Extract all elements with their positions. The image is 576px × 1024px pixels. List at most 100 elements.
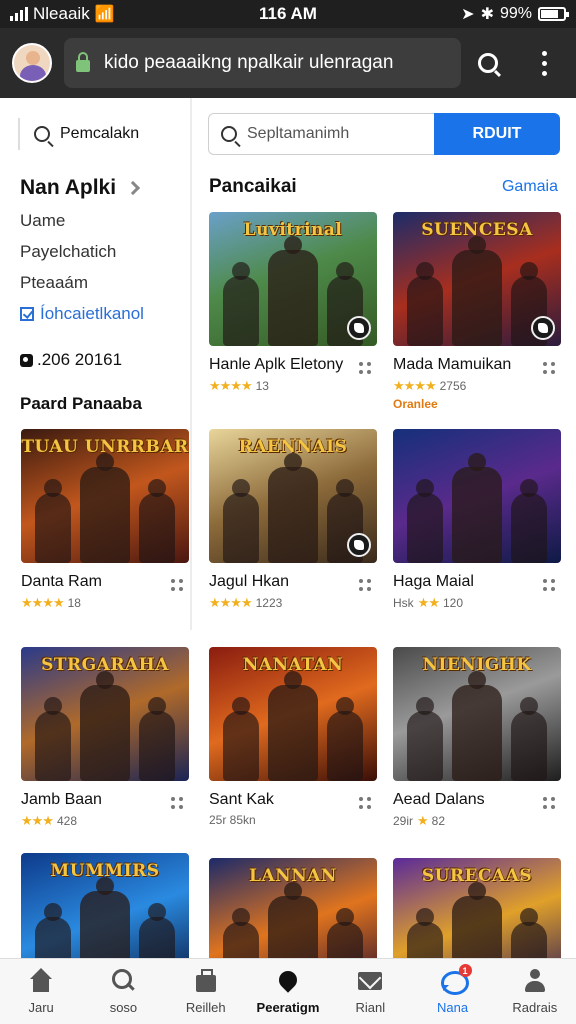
mail-icon [357, 968, 383, 994]
nav-item-search[interactable]: soso [82, 959, 164, 1024]
platform-badge-icon [531, 316, 555, 340]
sidebar-search[interactable]: Pemcalakn [18, 118, 190, 150]
nav-item-drop[interactable]: Peeratigm [247, 959, 329, 1024]
wifi-icon: 📶 [94, 6, 115, 23]
more-options-icon[interactable] [359, 579, 371, 591]
nav-item-store[interactable]: Reilleh [165, 959, 247, 1024]
app-card[interactable]: Haga Maial Hsk ★★ 120 [393, 429, 561, 611]
sidebar-item[interactable]: Pteaaám [20, 273, 88, 293]
app-title: Haga Maial [393, 573, 474, 590]
sidebar-title-text: Nan Aplki [20, 176, 117, 199]
see-all-link[interactable]: Gamaia [502, 178, 558, 196]
app-rating: ★★★★ 18 [21, 595, 189, 611]
character-figure [452, 453, 502, 563]
search-bar: Sepltamanimh RDUIT [208, 113, 560, 155]
rating-prefix: Hsk [393, 596, 414, 610]
address-bar[interactable]: kido peaaaikng npalkair ulenragan [64, 38, 462, 88]
character-figure [511, 479, 547, 563]
app-thumbnail[interactable]: SUENCESA [393, 212, 561, 346]
character-figure [268, 236, 318, 346]
nav-item-chat[interactable]: 1 Nana [411, 959, 493, 1024]
star-icon: ★★★★ [209, 595, 253, 610]
sidebar-stat-text: .206 20161 [37, 350, 123, 369]
character-figure [80, 671, 130, 781]
character-figure [139, 697, 175, 781]
character-figure [80, 453, 130, 563]
app-thumbnail[interactable] [393, 429, 561, 563]
app-title: Mada Mamuikan [393, 356, 512, 373]
sidebar-checked-item[interactable]: Íohcaietlkanol [20, 304, 144, 324]
star-icon: ★★ [417, 595, 440, 610]
carrier-name: Nleaaik [33, 4, 90, 23]
app-card[interactable]: STRGARAHA Jamb Baan ★★★ 428 [21, 647, 189, 829]
signal-icon [10, 7, 28, 21]
search-submit-button[interactable]: RDUIT [434, 113, 560, 155]
sidebar-search-label: Pemcalakn [60, 125, 140, 142]
app-title: Hanle Aplk Eletony [209, 356, 344, 373]
character-figure [511, 697, 547, 781]
rating-count: 120 [442, 596, 464, 610]
clock: 116 AM [259, 4, 317, 23]
search-input[interactable]: Sepltamanimh [208, 113, 434, 155]
home-icon [28, 968, 54, 994]
nav-item-home[interactable]: Jaru [0, 959, 82, 1024]
star-icon: ★★★★ [393, 378, 437, 393]
rating-prefix: 29ir [393, 814, 414, 828]
more-options-icon[interactable] [171, 797, 183, 809]
rating-count: 428 [56, 814, 77, 828]
app-rating: ★★★★ 13 [209, 378, 377, 394]
app-card[interactable]: SUENCESA Mada Mamuikan ★★★★ 2756 Oranlee [393, 212, 561, 411]
app-thumbnail[interactable]: TUAU UNRRBAR [21, 429, 189, 563]
nav-item-profile[interactable]: Radrais [494, 959, 576, 1024]
bluetooth-icon: ✱ [480, 6, 494, 23]
checkbox-label: Íohcaietlkanol [40, 304, 144, 323]
section-title: Pancaikai [209, 176, 297, 197]
more-options-icon[interactable] [543, 797, 555, 809]
app-card[interactable]: Luvitrinal Hanle Aplk Eletony ★★★★ 13 [209, 212, 377, 394]
more-options-icon[interactable] [171, 579, 183, 591]
character-figure [452, 236, 502, 346]
app-thumbnail[interactable]: STRGARAHA [21, 647, 189, 781]
star-icon: ★★★ [21, 813, 54, 828]
search-icon [221, 126, 237, 142]
rating-count: 1223 [255, 596, 283, 610]
chevron-right-icon [126, 180, 141, 196]
app-thumbnail[interactable]: RAENNAIS [209, 429, 377, 563]
checkbox-icon[interactable] [20, 307, 34, 321]
chat-icon: 1 [440, 964, 472, 995]
menu-button[interactable] [525, 43, 564, 83]
battery-percent: 99% [499, 5, 532, 22]
sidebar-item[interactable]: Uame [20, 211, 65, 231]
more-options-icon[interactable] [543, 579, 555, 591]
app-rating: ★★★★ 2756 [393, 378, 561, 394]
character-figure [223, 262, 259, 346]
sidebar-title[interactable]: Nan Aplki [20, 176, 141, 200]
app-card[interactable]: RAENNAIS Jagul Hkan ★★★★ 1223 [209, 429, 377, 611]
app-title: Aead Dalans [393, 791, 485, 808]
app-title: Sant Kak [209, 791, 274, 808]
star-icon: ★ [417, 813, 429, 828]
nav-item-mail[interactable]: Rianl [329, 959, 411, 1024]
more-options-icon[interactable] [543, 362, 555, 374]
search-icon [478, 53, 499, 73]
app-card[interactable]: NIENIGHK Aead Dalans 29ir ★ 82 [393, 647, 561, 829]
location-icon: ➤ [461, 6, 475, 23]
sidebar-item[interactable]: Payelchatich [20, 242, 116, 262]
nav-label: Nana [437, 1000, 469, 1015]
app-card[interactable]: NANATAN Sant Kak 25r 85kn [209, 647, 377, 827]
avatar[interactable] [12, 43, 52, 83]
search-icon [34, 126, 50, 142]
sidebar-section-heading: Paard Panaaba [20, 394, 142, 413]
person-icon [522, 968, 548, 994]
app-rating: ★★★ 428 [21, 813, 189, 829]
character-figure [268, 453, 318, 563]
app-card[interactable]: TUAU UNRRBAR Danta Ram ★★★★ 18 [21, 429, 189, 611]
app-thumbnail[interactable]: Luvitrinal [209, 212, 377, 346]
search-button[interactable] [473, 43, 512, 83]
app-thumbnail[interactable]: NANATAN [209, 647, 377, 781]
more-vertical-icon [541, 50, 547, 76]
app-thumbnail[interactable]: NIENIGHK [393, 647, 561, 781]
more-options-icon[interactable] [359, 362, 371, 374]
nav-label: Reilleh [185, 1000, 226, 1015]
more-options-icon[interactable] [359, 797, 371, 809]
